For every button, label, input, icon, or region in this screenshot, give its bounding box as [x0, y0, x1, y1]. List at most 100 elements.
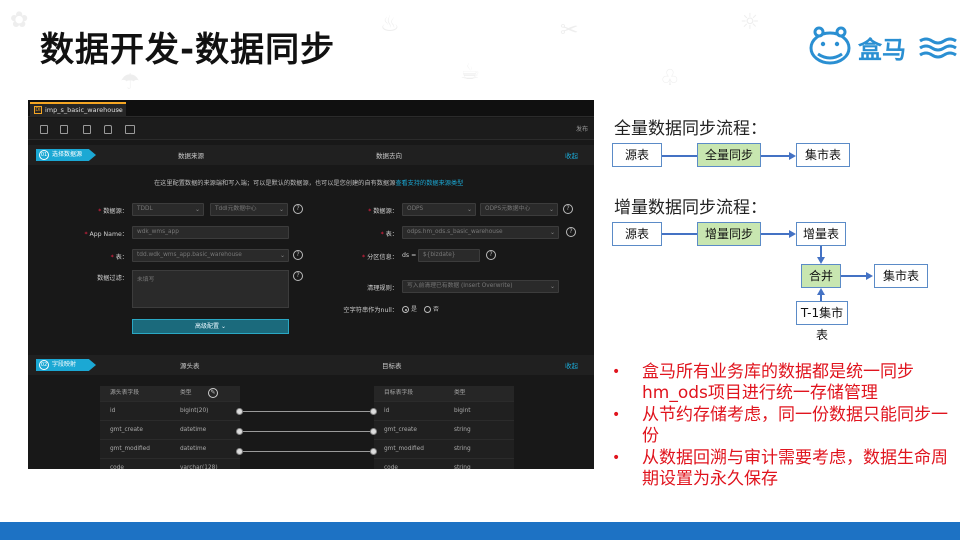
- target-table-header: 目标表: [382, 362, 402, 370]
- radio-unchecked-icon: [424, 306, 431, 313]
- source-filter-textarea[interactable]: 未填写: [132, 270, 289, 308]
- source-appname-label: * App Name：: [84, 231, 129, 238]
- source-appname-input[interactable]: wdk_wms_app: [132, 226, 289, 239]
- keyboard-icon[interactable]: [125, 125, 135, 134]
- mapping-line: [240, 411, 374, 412]
- field-name: gmt_create: [110, 427, 143, 433]
- tab-bar: DI imp_s_basic_warehouse ×: [28, 100, 594, 117]
- radio-yes[interactable]: 是: [402, 304, 417, 313]
- target-datasource-label: * 数据源：: [368, 208, 398, 215]
- supported-types-link[interactable]: 查看支持的数据来源类型: [395, 180, 463, 187]
- radio-label: 是: [411, 306, 418, 313]
- source-field-table: 源头表字段 类型 ✎ id bigint(20) gmt_create datetime…: [100, 386, 240, 469]
- radio-label: 否: [433, 306, 440, 313]
- collapse-link[interactable]: 收起: [565, 360, 578, 370]
- target-table-select[interactable]: odps.hm_ods.s_basic_warehouse ⌄: [402, 226, 559, 239]
- full-sync-node: 全量同步: [697, 143, 761, 167]
- target-connector-dot[interactable]: [370, 428, 377, 435]
- target-datasource-select[interactable]: ODPS ⌄: [402, 203, 476, 216]
- source-column-header: 数据来源: [178, 152, 204, 160]
- help-icon[interactable]: ?: [486, 250, 496, 260]
- full-source-node: 源表: [612, 143, 662, 167]
- chevron-down-icon: ⌄: [549, 283, 555, 290]
- waves-icon: [919, 37, 957, 59]
- source-table-label: * 表：: [110, 254, 128, 261]
- source-connector-dot[interactable]: [236, 408, 243, 415]
- section-select-datasource: 01 选择数据源 数据来源 数据去向 收起: [28, 145, 594, 165]
- toolbar: 发布: [28, 118, 594, 140]
- section-field-mapping: 02 字段映射 源头表 目标表 收起: [28, 355, 594, 375]
- arrow-right-icon: [789, 152, 796, 160]
- field-type: string: [454, 427, 471, 433]
- step-01: 01 选择数据源: [36, 149, 96, 161]
- select-value: ODPS元数据中心: [485, 206, 531, 212]
- label-text: 表：: [385, 231, 398, 238]
- field-type: datetime: [180, 427, 207, 433]
- help-icon[interactable]: ?: [566, 227, 576, 237]
- upload-icon[interactable]: [60, 125, 68, 134]
- source-connector-dot[interactable]: [236, 428, 243, 435]
- merge-node: 合并: [801, 264, 841, 288]
- source-datasource-label: * 数据源：: [98, 208, 128, 215]
- tab-label: imp_s_basic_warehouse: [45, 106, 123, 114]
- target-connector-dot[interactable]: [370, 448, 377, 455]
- header-cell: 类型: [180, 390, 192, 396]
- help-icon[interactable]: ?: [563, 204, 573, 214]
- bullet-item: 从节约存储考虑，同一份数据只能同步一份: [610, 405, 950, 447]
- bullet-item: 盒马所有业务库的数据都是统一同步hm_ods项目进行统一存储管理: [610, 362, 950, 404]
- arrow-down-icon: [817, 257, 825, 264]
- select-value: 写入前清理已有数据 (Insert Overwrite): [407, 283, 513, 289]
- bullet-item: 从数据回溯与审计需要考虑，数据生命周期设置为永久保存: [610, 448, 950, 490]
- source-metadata-select[interactable]: TddI元数据中心 ⌄: [210, 203, 288, 216]
- help-icon[interactable]: ?: [293, 250, 303, 260]
- save-icon[interactable]: [40, 125, 48, 134]
- doodle-icon: ☂: [120, 70, 140, 95]
- radio-no[interactable]: 否: [424, 304, 439, 313]
- radio-checked-icon: [402, 306, 409, 313]
- lock-icon[interactable]: [104, 125, 112, 134]
- hema-logo: 盒马: [808, 24, 958, 70]
- doodle-icon: ♧: [660, 66, 680, 91]
- arrow-up-icon: [817, 288, 825, 295]
- chevron-down-icon: ⌄: [549, 229, 555, 236]
- target-connector-dot[interactable]: [370, 408, 377, 415]
- bullet-list: 盒马所有业务库的数据都是统一同步hm_ods项目进行统一存储管理 从节约存储考虑…: [610, 362, 950, 491]
- field-type: bigint(20): [180, 408, 209, 414]
- source-datasource-select[interactable]: TDDL ⌄: [132, 203, 204, 216]
- select-value: tdd.wdk_wms_app.basic_warehouse: [137, 252, 242, 258]
- button-label: 高级配置: [195, 323, 220, 330]
- doodle-icon: ♨: [380, 12, 400, 37]
- label-text: App Name：: [89, 231, 129, 238]
- tab-imp-s-basic-warehouse[interactable]: DI imp_s_basic_warehouse ×: [30, 102, 126, 117]
- full-sync-title: 全量数据同步流程：: [614, 119, 767, 139]
- header-cell: 源头表字段: [110, 390, 139, 396]
- table-row: id bigint(20): [100, 401, 240, 420]
- field-type: bigint: [454, 408, 471, 414]
- clean-rule-select[interactable]: 写入前清理已有数据 (Insert Overwrite) ⌄: [402, 280, 559, 293]
- doodle-icon: ✿: [10, 8, 29, 33]
- input-value: wdk_wms_app: [137, 229, 179, 235]
- table-row: gmt_create string: [374, 420, 514, 439]
- target-column-header: 数据去向: [376, 152, 402, 160]
- header-cell: 目标表字段: [384, 390, 413, 396]
- close-tab-icon[interactable]: ×: [117, 104, 122, 116]
- source-table-select[interactable]: tdd.wdk_wms_app.basic_warehouse ⌄: [132, 249, 289, 262]
- select-value: TDDL: [137, 206, 153, 212]
- source-connector-dot[interactable]: [236, 448, 243, 455]
- help-icon[interactable]: ?: [293, 204, 303, 214]
- footer-bar: [0, 522, 960, 540]
- field-name: code: [384, 465, 398, 469]
- publish-button[interactable]: 发布: [576, 124, 588, 133]
- table-row: gmt_create datetime: [100, 420, 240, 439]
- table-row: code varchar(128): [100, 458, 240, 469]
- edit-icon[interactable]: ✎: [208, 388, 218, 398]
- doodle-icon: ✂: [560, 18, 579, 43]
- target-table-label: * 表：: [380, 231, 398, 238]
- download-icon[interactable]: [83, 125, 91, 134]
- target-metadata-select[interactable]: ODPS元数据中心 ⌄: [480, 203, 558, 216]
- source-table-header: 源头表: [180, 362, 200, 370]
- collapse-link[interactable]: 收起: [565, 150, 578, 160]
- help-icon[interactable]: ?: [293, 271, 303, 281]
- partition-input[interactable]: ${bizdate}: [418, 249, 480, 262]
- advanced-config-button[interactable]: 高级配置 ⌄: [132, 319, 289, 334]
